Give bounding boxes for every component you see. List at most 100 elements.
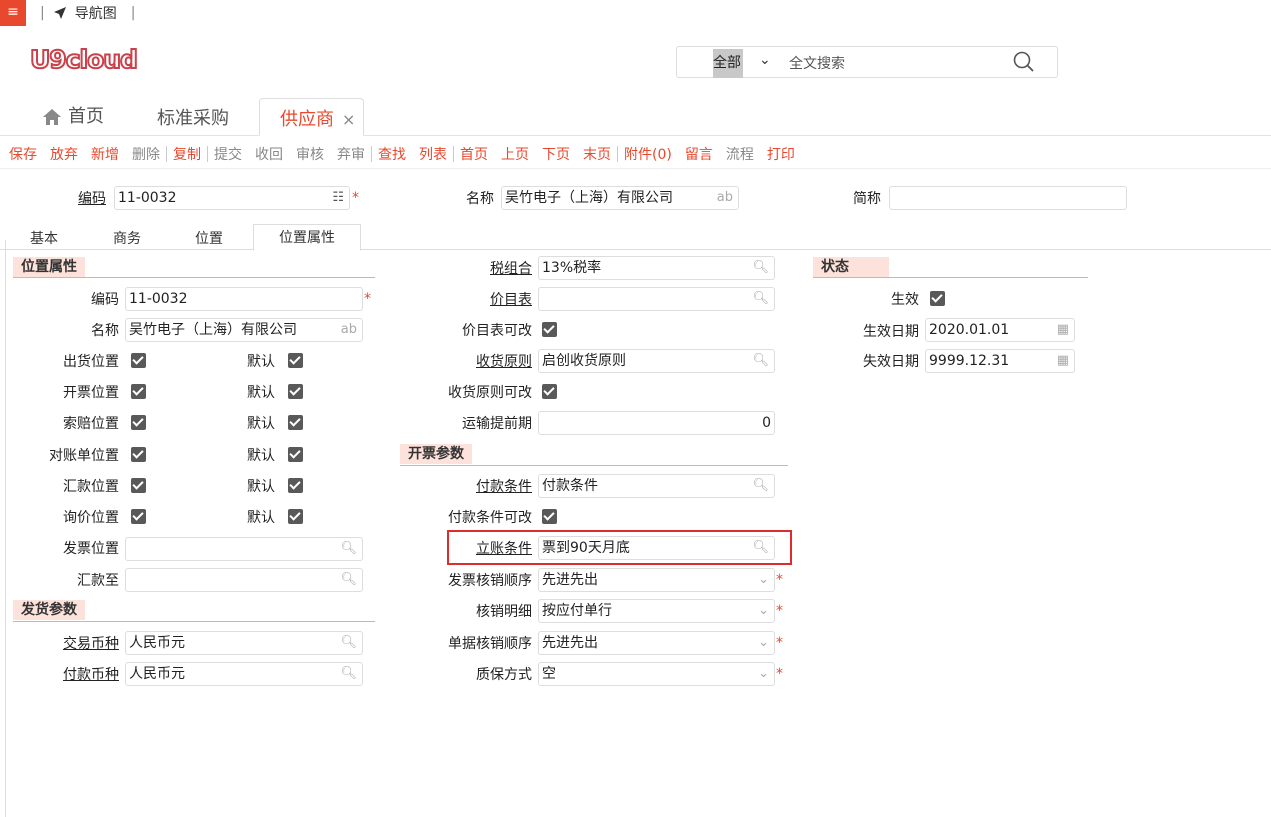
submit-button[interactable]: 提交 (214, 144, 242, 164)
copy-button[interactable]: 复制 (173, 144, 201, 164)
payment-term-label[interactable]: 付款条件 (476, 476, 532, 496)
chevron-down-icon[interactable]: ⌄ (758, 632, 769, 654)
attachment-button[interactable]: 附件(0) (624, 144, 672, 164)
pay-currency-field[interactable]: 人民币元 🔍︎ (125, 662, 363, 686)
search-icon[interactable] (1013, 51, 1035, 73)
search-input[interactable]: 全文搜索 (789, 53, 845, 73)
loc-code-field[interactable]: 11-0032 (125, 287, 363, 311)
code-field[interactable]: 11-0032 ☷ (114, 186, 350, 210)
statement-default-checkbox[interactable] (288, 447, 303, 462)
chevron-down-icon[interactable]: ⌄ (758, 600, 769, 622)
invoice-loc-field[interactable]: 🔍︎ (125, 537, 363, 561)
statement-location-checkbox[interactable] (131, 447, 146, 462)
receive-editable-checkbox[interactable] (542, 384, 557, 399)
chevron-down-icon[interactable]: ⌄ (758, 569, 769, 591)
search-icon[interactable]: 🔍︎ (752, 475, 769, 497)
trade-currency-field[interactable]: 人民币元 🔍︎ (125, 631, 363, 655)
effective-date-field[interactable]: 2020.01.01 ▦ (925, 318, 1075, 342)
chevron-down-icon[interactable]: ⌄ (758, 663, 769, 685)
writeoff-detail-select[interactable]: 按应付单行 ⌄ (538, 599, 775, 623)
tax-group-field[interactable]: 13%税率 🔍︎ (538, 256, 775, 280)
next-page-button[interactable]: 下页 (542, 144, 570, 164)
warranty-method-select[interactable]: 空 ⌄ (538, 662, 775, 686)
pay-currency-label[interactable]: 付款币种 (63, 664, 119, 684)
tab-home[interactable]: 首页 (42, 98, 104, 136)
tab-standard-purchase[interactable]: 标准采购 (157, 98, 229, 136)
find-button[interactable]: 查找 (378, 144, 406, 164)
claim-location-checkbox[interactable] (131, 415, 146, 430)
tab-supplier[interactable]: 供应商 × (259, 98, 364, 136)
doc-writeoff-order-select[interactable]: 先进先出 ⌄ (538, 631, 775, 655)
search-scope-select[interactable]: 全部 (713, 49, 743, 78)
approve-button[interactable]: 审核 (296, 144, 324, 164)
ship-location-checkbox[interactable] (131, 353, 146, 368)
pricelist-label[interactable]: 价目表 (490, 289, 532, 309)
section-location-attributes: 位置属性 (13, 257, 85, 277)
remit-location-checkbox[interactable] (131, 478, 146, 493)
message-button[interactable]: 留言 (685, 144, 713, 164)
pricelist-editable-checkbox[interactable] (542, 322, 557, 337)
expiry-date-field[interactable]: 9999.12.31 ▦ (925, 349, 1075, 373)
short-name-field[interactable] (889, 186, 1127, 210)
search-icon[interactable]: 🔍︎ (752, 288, 769, 310)
calendar-icon[interactable]: ▦ (1057, 319, 1069, 341)
nav-map-link[interactable]: | 导航图 | (40, 3, 135, 23)
effective-checkbox[interactable] (930, 291, 945, 306)
ship-default-checkbox[interactable] (288, 353, 303, 368)
text-type-icon: ab (340, 322, 357, 337)
search-icon[interactable]: 🔍︎ (752, 257, 769, 279)
search-icon[interactable]: 🔍︎ (752, 537, 769, 559)
payment-term-field[interactable]: 付款条件 🔍︎ (538, 474, 775, 498)
delete-button[interactable]: 删除 (132, 144, 160, 164)
invoice-default-label: 默认 (247, 385, 275, 401)
loc-name-field[interactable]: 吴竹电子（上海）有限公司 ab (125, 318, 363, 342)
close-icon[interactable]: × (342, 110, 355, 129)
new-button[interactable]: 新增 (91, 144, 119, 164)
prev-page-button[interactable]: 上页 (501, 144, 529, 164)
receive-principle-label[interactable]: 收货原则 (476, 351, 532, 371)
chevron-down-icon[interactable]: ⌄ (759, 52, 771, 68)
tab-business[interactable]: 商务 (113, 228, 141, 248)
receive-principle-field[interactable]: 启创收货原则 🔍︎ (538, 349, 775, 373)
toolbar: 保存 放弃 新增 删除 复制 提交 收回 审核 弃审 查找 列表 首页 上页 下… (0, 139, 1271, 169)
account-term-field[interactable]: 票到90天月底 🔍︎ (538, 536, 775, 560)
lead-time-field[interactable]: 0 (538, 411, 775, 435)
name-field[interactable]: 吴竹电子（上海）有限公司 ab (501, 186, 739, 210)
code-label[interactable]: 编码 (78, 188, 106, 208)
payment-term-editable-checkbox[interactable] (542, 509, 557, 524)
trade-currency-label[interactable]: 交易币种 (63, 633, 119, 653)
account-term-label[interactable]: 立账条件 (476, 538, 532, 558)
claim-default-checkbox[interactable] (288, 415, 303, 430)
tab-location[interactable]: 位置 (195, 228, 223, 248)
invoice-default-checkbox[interactable] (288, 384, 303, 399)
tab-basic[interactable]: 基本 (30, 228, 58, 248)
list-button[interactable]: 列表 (419, 144, 447, 164)
discard-button[interactable]: 放弃 (50, 144, 78, 164)
invoice-writeoff-order-select[interactable]: 先进先出 ⌄ (538, 568, 775, 592)
list-picker-icon[interactable]: ☷ (332, 187, 344, 209)
invoice-location-checkbox[interactable] (131, 384, 146, 399)
pricelist-field[interactable]: 🔍︎ (538, 287, 775, 311)
workflow-button[interactable]: 流程 (726, 144, 754, 164)
remit-default-checkbox[interactable] (288, 478, 303, 493)
calendar-icon[interactable]: ▦ (1057, 350, 1069, 372)
last-page-button[interactable]: 末页 (583, 144, 611, 164)
tab-location-attributes[interactable]: 位置属性 (253, 224, 361, 251)
unapprove-button[interactable]: 弃审 (337, 144, 365, 164)
first-page-button[interactable]: 首页 (460, 144, 488, 164)
global-search[interactable]: 全部 ⌄ 全文搜索 (676, 46, 1058, 78)
search-icon[interactable]: 🔍︎ (340, 632, 357, 654)
inquiry-location-checkbox[interactable] (131, 509, 146, 524)
tax-group-label[interactable]: 税组合 (490, 258, 532, 278)
search-icon[interactable]: 🔍︎ (752, 350, 769, 372)
expiry-date-label: 失效日期 (863, 354, 919, 370)
recall-button[interactable]: 收回 (255, 144, 283, 164)
print-button[interactable]: 打印 (767, 144, 795, 164)
menu-icon[interactable]: ≡ (0, 0, 26, 26)
search-icon[interactable]: 🔍︎ (340, 538, 357, 560)
remit-to-field[interactable]: 🔍︎ (125, 568, 363, 592)
save-button[interactable]: 保存 (9, 144, 37, 164)
search-icon[interactable]: 🔍︎ (340, 663, 357, 685)
search-icon[interactable]: 🔍︎ (340, 569, 357, 591)
inquiry-default-checkbox[interactable] (288, 509, 303, 524)
